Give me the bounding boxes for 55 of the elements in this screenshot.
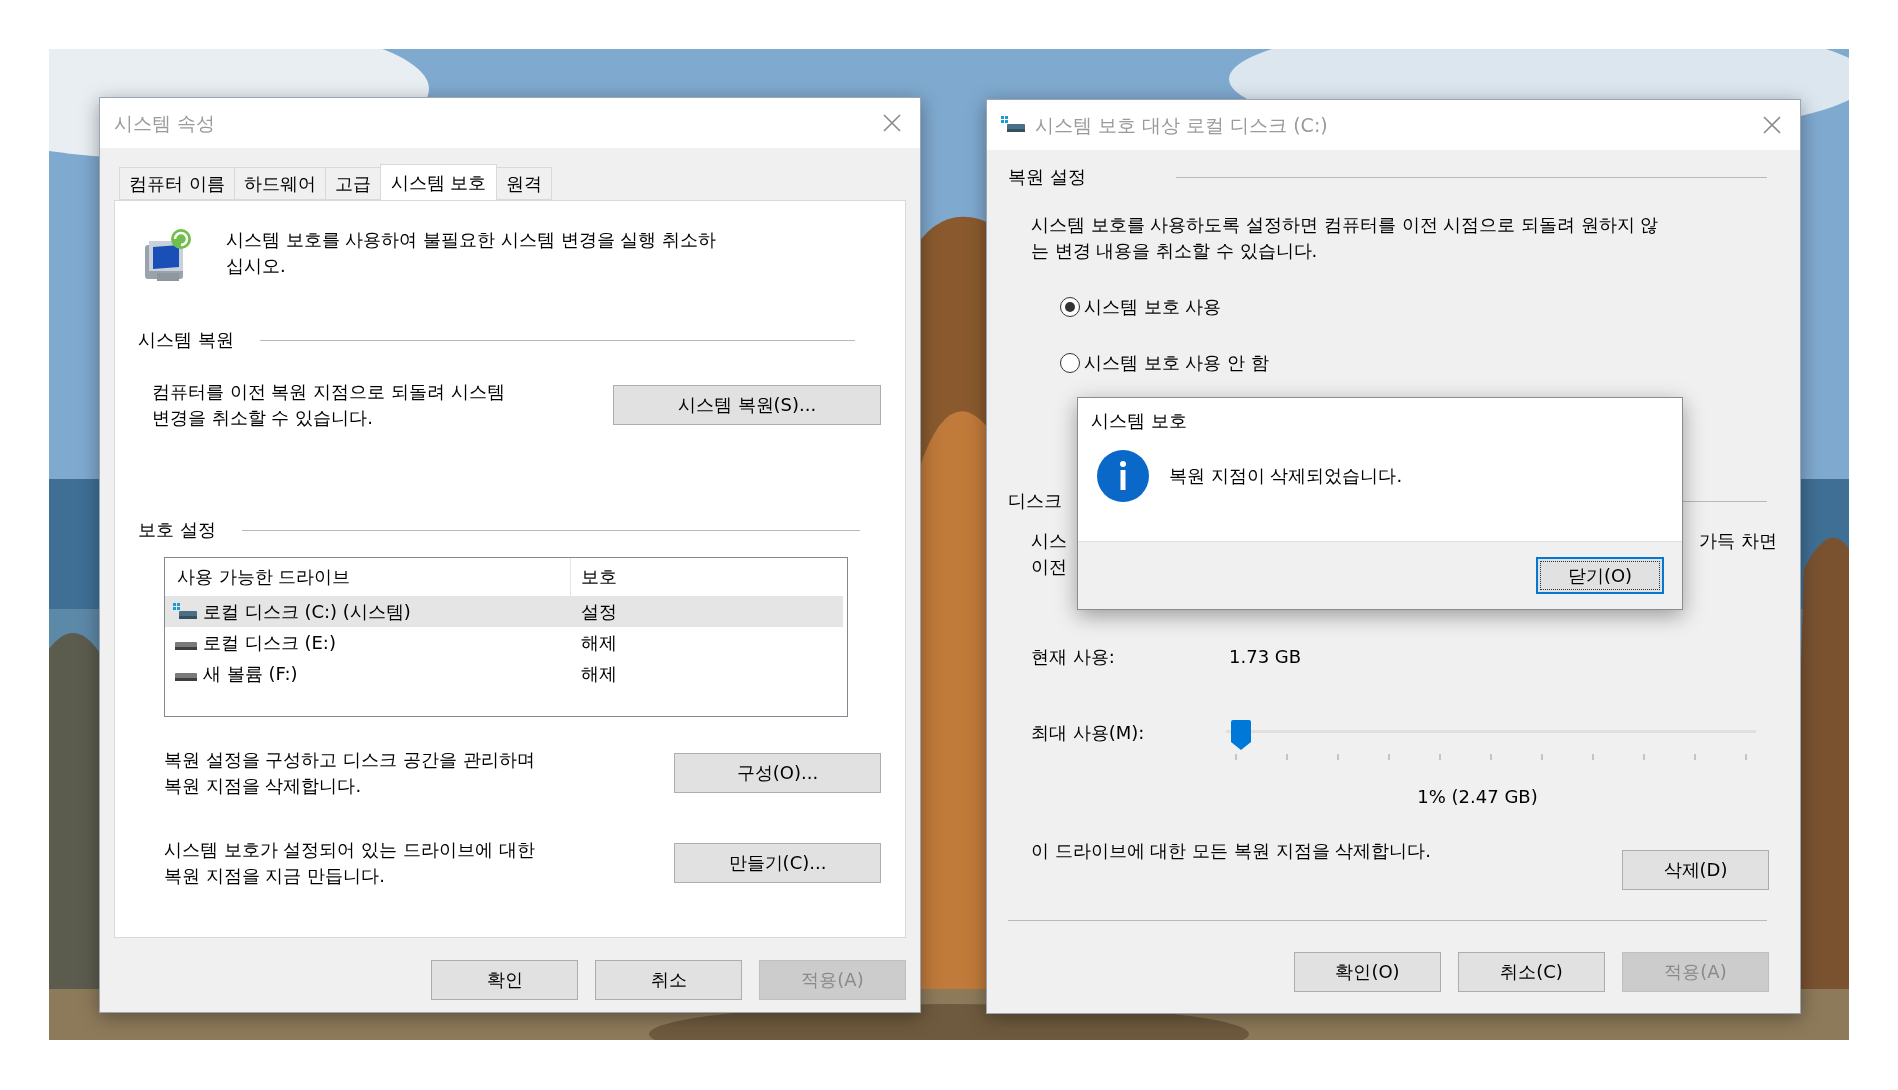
- description-text: 컴퓨터를 이전 복원 지점으로 되돌려 시스템 변경을 취소할 수 있습니다.: [152, 380, 505, 430]
- field-label: 최대 사용(M):: [1031, 721, 1146, 745]
- radio-label: 시스템 보호 사용 안 함: [1084, 351, 1269, 375]
- dialog-button[interactable]: 확인(O): [1294, 952, 1441, 992]
- dialog-button[interactable]: 닫기(O): [1536, 557, 1664, 594]
- list-row[interactable]: 로컬 디스크 (E:) 해제: [165, 627, 843, 658]
- radio-label: 시스템 보호 사용: [1084, 295, 1222, 319]
- usage-value: 1.73 GB: [1229, 645, 1302, 669]
- dialog-title: 시스템 보호: [1091, 410, 1187, 431]
- drive-icon: [175, 672, 197, 681]
- dialog-button[interactable]: 확인: [431, 960, 578, 1000]
- usage-reading: 1% (2.47 GB): [1417, 785, 1538, 809]
- dialog-button[interactable]: 만들기(C)...: [674, 843, 881, 883]
- description-text: 복원 설정을 구성하고 디스크 공간을 관리하며 복원 지점을 삭제합니다.: [164, 748, 535, 798]
- column-header[interactable]: 보호: [571, 564, 617, 590]
- window-title: 시스템 속성: [114, 111, 216, 136]
- section-heading: 시스템 복원: [138, 328, 234, 352]
- description-text: 시스템 보호를 사용하여 불필요한 시스템 변경을 실행 취소하 십시오.: [226, 228, 717, 278]
- dialog-button[interactable]: 삭제(D): [1622, 850, 1769, 890]
- slider[interactable]: [1226, 720, 1756, 750]
- description-text: 시스템 보호를 사용하도록 설정하면 컴퓨터를 이전 시점으로 되돌려 원하지 않 는 변경 내용을 취소할 수 있습니다.: [1030, 213, 1660, 263]
- message-text: 복원 지점이 삭제되었습니다.: [1169, 464, 1403, 488]
- dialog-button[interactable]: 구성(O)...: [674, 753, 881, 793]
- description-text: 시스템 보호가 설정되어 있는 드라이브에 대한 복원 지점을 지금 만듭니다.: [164, 838, 535, 888]
- dialog-button[interactable]: 시스템 복원(S)...: [613, 385, 881, 425]
- description-text: 가득 차면: [1699, 529, 1777, 553]
- dialog-button[interactable]: 취소(C): [1458, 952, 1605, 992]
- radio-button[interactable]: [1060, 297, 1080, 317]
- protection-status: 해제: [580, 630, 617, 655]
- protection-status: 해제: [580, 661, 617, 686]
- drive-icon: [175, 641, 197, 650]
- slider-thumb[interactable]: [1231, 720, 1252, 750]
- list-row[interactable]: 로컬 디스크 (C:) (시스템) 설정: [165, 596, 843, 627]
- field-label: 현재 사용:: [1031, 645, 1116, 669]
- list-row[interactable]: 새 볼륨 (F:) 해제: [165, 658, 843, 689]
- description-text: 이 드라이브에 대한 모든 복원 지점을 삭제합니다.: [1031, 839, 1432, 863]
- section-heading: 디스크: [1008, 489, 1062, 513]
- dialog-button[interactable]: 취소: [595, 960, 742, 1000]
- window-title: 시스템 보호 대상 로컬 디스크 (C:): [1035, 113, 1328, 138]
- tab[interactable]: 원격: [497, 167, 553, 200]
- protection-status: 설정: [580, 599, 617, 624]
- drive-icon: [1001, 115, 1027, 135]
- info-icon: [1097, 450, 1149, 502]
- section-heading: 복원 설정: [1008, 165, 1086, 189]
- tab[interactable]: 컴퓨터 이름: [119, 167, 234, 200]
- tab[interactable]: 고급: [324, 167, 380, 200]
- tab[interactable]: 시스템 보호: [379, 164, 498, 201]
- drive-name: 로컬 디스크 (C:) (시스템): [203, 599, 411, 624]
- description-text: 시스 이전: [1031, 529, 1067, 579]
- radio-button[interactable]: [1060, 353, 1080, 373]
- drive-name: 새 볼륨 (F:): [203, 661, 298, 686]
- drive-name: 로컬 디스크 (E:): [203, 630, 336, 655]
- drive-icon: [173, 601, 199, 622]
- tab[interactable]: 하드웨어: [233, 167, 325, 200]
- section-heading: 보호 설정: [138, 518, 216, 542]
